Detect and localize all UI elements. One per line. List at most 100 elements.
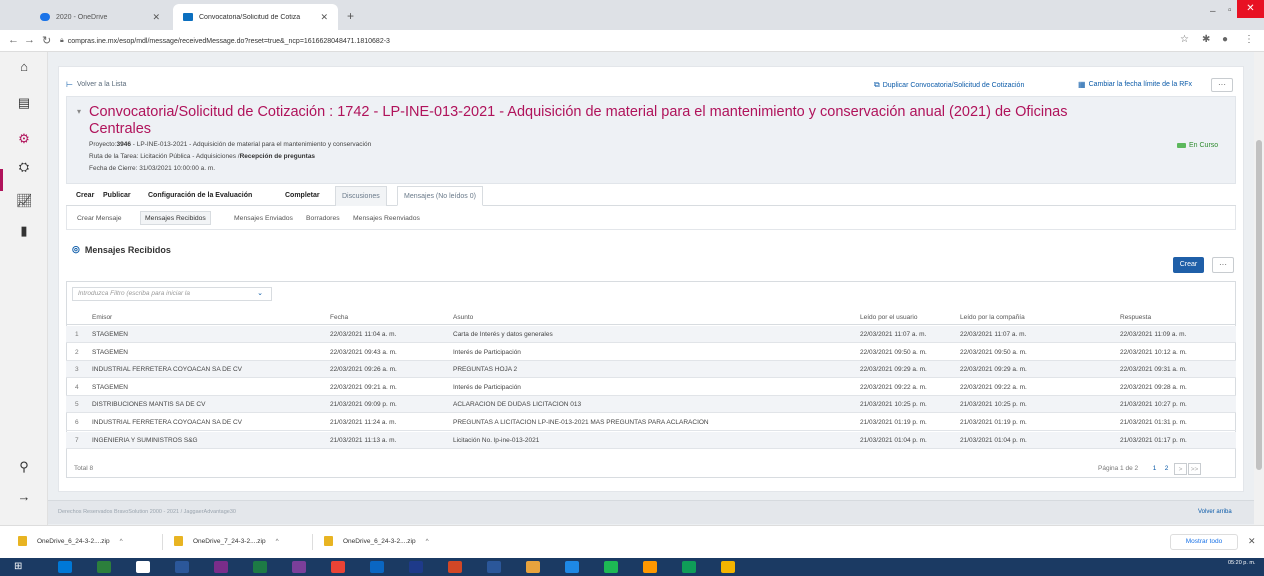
primary-tabs: Crear Publicar Configuración de la Evalu… — [66, 186, 1236, 206]
table-row[interactable]: 1 STAGEMEN 22/03/2021 11:04 a. m. Carta de … — [66, 326, 1236, 343]
back-to-top-link[interactable]: Volver arriba — [1198, 509, 1232, 515]
taskbar-app-icon[interactable] — [214, 561, 228, 573]
scrollbar-thumb[interactable] — [1256, 140, 1262, 470]
column-header-emisor[interactable]: Emisor — [92, 314, 112, 321]
subtab-mensajes-reenviados[interactable]: Mensajes Reenviados — [353, 212, 420, 226]
cell-asunto[interactable]: Interés de Participación — [453, 349, 521, 356]
reports-chart-icon[interactable]: 📈︎ — [16, 194, 33, 208]
tab-discusiones[interactable]: Discusiones — [335, 186, 387, 206]
table-row[interactable]: 4 STAGEMEN 22/03/2021 09:21 a. m. Interés d… — [66, 379, 1236, 396]
sourcing-icon[interactable]: ⚙ — [16, 132, 32, 146]
browser-tab-convocatoria[interactable]: Convocatoria/Solicitud de Cotiza ✕ — [173, 4, 338, 30]
tab-mensajes[interactable]: Mensajes (No leídos 0) — [397, 186, 483, 206]
search-icon[interactable]: ⚲ — [16, 460, 32, 474]
taskbar-app-icon[interactable] — [370, 561, 384, 573]
show-all-downloads-button[interactable]: Mostrar todo — [1170, 534, 1238, 550]
taskbar-app-icon[interactable] — [448, 561, 462, 573]
windows-start-icon[interactable]: ⊞ — [14, 562, 22, 572]
maximize-icon[interactable]: ▫ — [1228, 5, 1232, 16]
profile-avatar-icon[interactable]: ● — [1222, 34, 1228, 45]
more-options-button[interactable]: ··· — [1212, 257, 1234, 273]
table-row[interactable]: 2 STAGEMEN 22/03/2021 09:43 a. m. Interés d… — [66, 344, 1236, 361]
taskbar-app-icon[interactable] — [604, 561, 618, 573]
change-deadline-link[interactable]: ▦ Cambiar la fecha límite de la RFx — [1078, 80, 1192, 89]
new-tab-button[interactable]: + — [347, 9, 354, 23]
taskbar-app-icon[interactable] — [409, 561, 423, 573]
reload-icon[interactable]: ↻ — [42, 34, 51, 47]
taskbar-app-icon[interactable] — [97, 561, 111, 573]
page-2-link[interactable]: 2 — [1160, 463, 1173, 475]
column-header-asunto[interactable]: Asunto — [453, 314, 473, 321]
browser-menu-icon[interactable]: ⋮ — [1244, 34, 1254, 45]
taskbar-app-icon[interactable] — [526, 561, 540, 573]
download-item[interactable]: OneDrive_6_24-3-2....zip ^ — [18, 536, 123, 546]
cell-asunto[interactable]: PREGUNTAS HOJA 2 — [453, 366, 517, 373]
dashboard-icon[interactable]: ▤ — [16, 96, 32, 110]
suppliers-icon[interactable]: ⛭ — [16, 160, 32, 174]
cell-asunto[interactable]: PREGUNTAS A LICITACION LP-INE-013-2021 M… — [453, 419, 709, 426]
table-row[interactable]: 5 DISTRIBUCIONES MANTIS SA DE CV 21/03/202… — [66, 396, 1236, 414]
table-row[interactable]: 7 INGENIERIA Y SUMINISTROS S&G 21/03/2021 … — [66, 431, 1236, 449]
filter-dropdown[interactable]: Introduzca Filtro (escriba para iniciar … — [72, 287, 272, 301]
close-icon[interactable]: ✕ — [320, 12, 328, 23]
taskbar-app-icon[interactable] — [175, 561, 189, 573]
tab-configuracion[interactable]: Configuración de la Evaluación — [148, 186, 252, 206]
bookmark-star-icon[interactable]: ☆ — [1180, 34, 1189, 45]
expand-arrow-icon[interactable]: → — [16, 490, 32, 504]
taskbar-app-icon[interactable] — [292, 561, 306, 573]
home-icon[interactable]: ⌂ — [16, 60, 32, 74]
subtab-borradores[interactable]: Borradores — [306, 212, 340, 226]
column-header-fecha[interactable]: Fecha — [330, 314, 348, 321]
taskbar-app-icon[interactable] — [253, 561, 267, 573]
download-item[interactable]: OneDrive_7_24-3-2....zip ^ — [174, 536, 279, 546]
download-item[interactable]: OneDrive_6_24-3-2....zip ^ — [324, 536, 429, 546]
download-filename: OneDrive_6_24-3-2....zip — [343, 537, 416, 545]
cell-asunto[interactable]: Interés de Participación — [453, 384, 521, 391]
create-button[interactable]: Crear — [1173, 257, 1204, 273]
back-arrow-icon[interactable]: ← — [8, 34, 19, 46]
address-bar[interactable]: 🔒︎ compras.ine.mx/esop/mdl/message/recei… — [60, 33, 1160, 49]
minimize-icon[interactable]: – — [1210, 6, 1216, 17]
taskbar-app-icon[interactable] — [721, 561, 735, 573]
cell-asunto[interactable]: Licitación No. lp-ine-013-2021 — [453, 437, 539, 444]
contracts-icon[interactable]: ▮ — [16, 224, 32, 238]
cell-asunto[interactable]: Carta de Interés y datos generales — [453, 331, 553, 338]
column-header-leido-usuario[interactable]: Leído por el usuario — [860, 314, 917, 321]
last-page-button[interactable]: >> — [1188, 463, 1201, 475]
tab-publicar[interactable]: Publicar — [103, 186, 131, 206]
taskbar-app-icon[interactable] — [331, 561, 345, 573]
browser-tab-onedrive[interactable]: 2020 - OneDrive ✕ — [30, 4, 170, 30]
forward-arrow-icon[interactable]: → — [24, 34, 35, 46]
tab-crear[interactable]: Crear — [76, 186, 94, 206]
app-sidebar: ⌂ ▤ ⚙ ⛭ 📈︎ ▮ ⚲ → — [0, 52, 48, 525]
cell-usuario: 22/03/2021 09:22 a. m. — [860, 383, 927, 391]
table-row[interactable]: 3 INDUSTRIAL FERRETERA COYOACAN SA DE CV 2… — [66, 361, 1236, 379]
chevron-up-icon[interactable]: ^ — [276, 538, 279, 545]
subtab-crear-mensaje[interactable]: Crear Mensaje — [77, 212, 122, 226]
extensions-icon[interactable]: ✱ — [1202, 34, 1210, 45]
taskbar-app-icon[interactable] — [487, 561, 501, 573]
taskbar-app-icon[interactable] — [682, 561, 696, 573]
subtab-mensajes-enviados[interactable]: Mensajes Enviados — [234, 212, 293, 226]
close-icon[interactable]: ✕ — [152, 12, 160, 23]
tab-completar[interactable]: Completar — [285, 186, 320, 206]
chevron-up-icon[interactable]: ^ — [120, 538, 123, 545]
more-actions-button[interactable]: ··· — [1211, 78, 1233, 92]
column-header-respuesta[interactable]: Respuesta — [1120, 314, 1151, 321]
back-to-list-link[interactable]: ⊢ Volver a la Lista — [66, 80, 126, 89]
column-header-leido-compania[interactable]: Leído por la compañía — [960, 314, 1025, 321]
duplicate-rfq-link[interactable]: ⧉ Duplicar Convocatoria/Solicitud de Cot… — [874, 80, 1024, 90]
close-icon[interactable]: ✕ — [1248, 536, 1256, 547]
cell-usuario: 22/03/2021 09:29 a. m. — [860, 366, 927, 374]
subtab-mensajes-recibidos[interactable]: Mensajes Recibidos — [140, 211, 211, 225]
table-row[interactable]: 6 INDUSTRIAL FERRETERA COYOACAN SA DE CV 2… — [66, 414, 1236, 431]
taskbar-app-icon[interactable] — [565, 561, 579, 573]
window-close-icon[interactable]: ✕ — [1237, 0, 1264, 18]
taskbar-app-icon[interactable] — [643, 561, 657, 573]
taskbar-app-icon[interactable] — [58, 561, 72, 573]
taskbar-app-icon[interactable] — [136, 561, 150, 573]
next-page-button[interactable]: > — [1174, 463, 1187, 475]
chevron-up-icon[interactable]: ^ — [426, 538, 429, 545]
cell-asunto[interactable]: ACLARACION DE DUDAS LICITACION 013 — [453, 401, 581, 408]
collapse-chevron-icon[interactable]: ▾ — [77, 107, 81, 116]
